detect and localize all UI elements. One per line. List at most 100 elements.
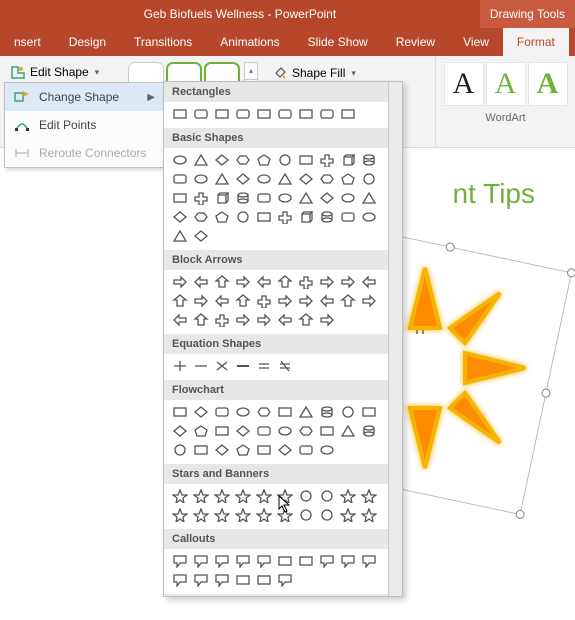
shape-option[interactable] xyxy=(275,571,295,589)
shape-option[interactable] xyxy=(254,506,274,524)
shape-option[interactable] xyxy=(170,441,190,459)
shape-option[interactable] xyxy=(317,170,337,188)
shape-option[interactable] xyxy=(233,441,253,459)
shape-option[interactable] xyxy=(359,403,379,421)
shape-option[interactable] xyxy=(170,357,190,375)
shape-option[interactable] xyxy=(254,571,274,589)
shape-option[interactable] xyxy=(317,273,337,291)
shape-option[interactable] xyxy=(317,441,337,459)
shape-option[interactable] xyxy=(191,227,211,245)
shape-option[interactable] xyxy=(191,487,211,505)
shape-option[interactable] xyxy=(359,151,379,169)
shape-option[interactable] xyxy=(233,151,253,169)
shape-option[interactable] xyxy=(275,403,295,421)
shape-option[interactable] xyxy=(170,506,190,524)
shape-option[interactable] xyxy=(170,292,190,310)
shape-option[interactable] xyxy=(233,105,253,123)
tab-format[interactable]: Format xyxy=(503,28,569,56)
shape-option[interactable] xyxy=(191,208,211,226)
shape-option[interactable] xyxy=(254,189,274,207)
shape-option[interactable] xyxy=(296,506,316,524)
tab-review[interactable]: Review xyxy=(382,28,449,56)
shape-option[interactable] xyxy=(359,422,379,440)
shape-option[interactable] xyxy=(170,487,190,505)
shape-option[interactable] xyxy=(296,403,316,421)
shape-option[interactable] xyxy=(338,292,358,310)
shape-option[interactable] xyxy=(338,105,358,123)
shape-option[interactable] xyxy=(317,487,337,505)
shape-option[interactable] xyxy=(191,552,211,570)
shape-option[interactable] xyxy=(338,422,358,440)
shape-option[interactable] xyxy=(275,552,295,570)
wordart-style-3[interactable]: A xyxy=(528,62,568,106)
shape-option[interactable] xyxy=(254,441,274,459)
shape-option[interactable] xyxy=(212,441,232,459)
shape-option[interactable] xyxy=(170,105,190,123)
shape-option[interactable] xyxy=(191,170,211,188)
shape-option[interactable] xyxy=(317,403,337,421)
shape-option[interactable] xyxy=(233,292,253,310)
shape-option[interactable] xyxy=(317,506,337,524)
shape-option[interactable] xyxy=(212,273,232,291)
shape-option[interactable] xyxy=(212,357,232,375)
shape-option[interactable] xyxy=(191,357,211,375)
shape-option[interactable] xyxy=(212,105,232,123)
shape-option[interactable] xyxy=(212,506,232,524)
shape-option[interactable] xyxy=(275,311,295,329)
shape-option[interactable] xyxy=(212,403,232,421)
shape-option[interactable] xyxy=(317,422,337,440)
shape-option[interactable] xyxy=(212,170,232,188)
shape-option[interactable] xyxy=(338,552,358,570)
shape-option[interactable] xyxy=(233,571,253,589)
shape-option[interactable] xyxy=(275,292,295,310)
shape-option[interactable] xyxy=(275,422,295,440)
shape-option[interactable] xyxy=(317,552,337,570)
shape-option[interactable] xyxy=(338,273,358,291)
shape-option[interactable] xyxy=(254,487,274,505)
tab-transitions[interactable]: Transitions xyxy=(120,28,206,56)
shape-option[interactable] xyxy=(296,441,316,459)
shape-option[interactable] xyxy=(275,208,295,226)
shape-option[interactable] xyxy=(254,151,274,169)
shape-option[interactable] xyxy=(170,422,190,440)
shape-option[interactable] xyxy=(191,311,211,329)
shape-option[interactable] xyxy=(233,170,253,188)
shape-option[interactable] xyxy=(191,105,211,123)
shape-option[interactable] xyxy=(296,487,316,505)
shape-option[interactable] xyxy=(212,208,232,226)
shape-option[interactable] xyxy=(359,487,379,505)
shape-option[interactable] xyxy=(359,506,379,524)
shape-option[interactable] xyxy=(170,189,190,207)
shape-option[interactable] xyxy=(170,311,190,329)
shape-option[interactable] xyxy=(275,105,295,123)
shape-option[interactable] xyxy=(254,422,274,440)
shape-option[interactable] xyxy=(191,151,211,169)
shape-option[interactable] xyxy=(317,151,337,169)
shape-option[interactable] xyxy=(359,552,379,570)
shape-option[interactable] xyxy=(338,487,358,505)
shape-option[interactable] xyxy=(254,552,274,570)
shape-option[interactable] xyxy=(212,487,232,505)
shape-option[interactable] xyxy=(296,552,316,570)
shape-option[interactable] xyxy=(275,151,295,169)
shape-option[interactable] xyxy=(254,105,274,123)
shape-option[interactable] xyxy=(317,311,337,329)
shape-option[interactable] xyxy=(233,311,253,329)
tab-insert[interactable]: nsert xyxy=(0,28,55,56)
shape-option[interactable] xyxy=(338,170,358,188)
shape-option[interactable] xyxy=(233,552,253,570)
shape-option[interactable] xyxy=(338,189,358,207)
shape-option[interactable] xyxy=(170,552,190,570)
shape-option[interactable] xyxy=(359,273,379,291)
shape-option[interactable] xyxy=(212,552,232,570)
shape-option[interactable] xyxy=(233,422,253,440)
shape-option[interactable] xyxy=(191,189,211,207)
shape-option[interactable] xyxy=(275,189,295,207)
shape-option[interactable] xyxy=(212,422,232,440)
shape-option[interactable] xyxy=(233,403,253,421)
shape-option[interactable] xyxy=(254,311,274,329)
shape-option[interactable] xyxy=(254,208,274,226)
shape-option[interactable] xyxy=(212,571,232,589)
shape-option[interactable] xyxy=(317,189,337,207)
shape-option[interactable] xyxy=(296,292,316,310)
